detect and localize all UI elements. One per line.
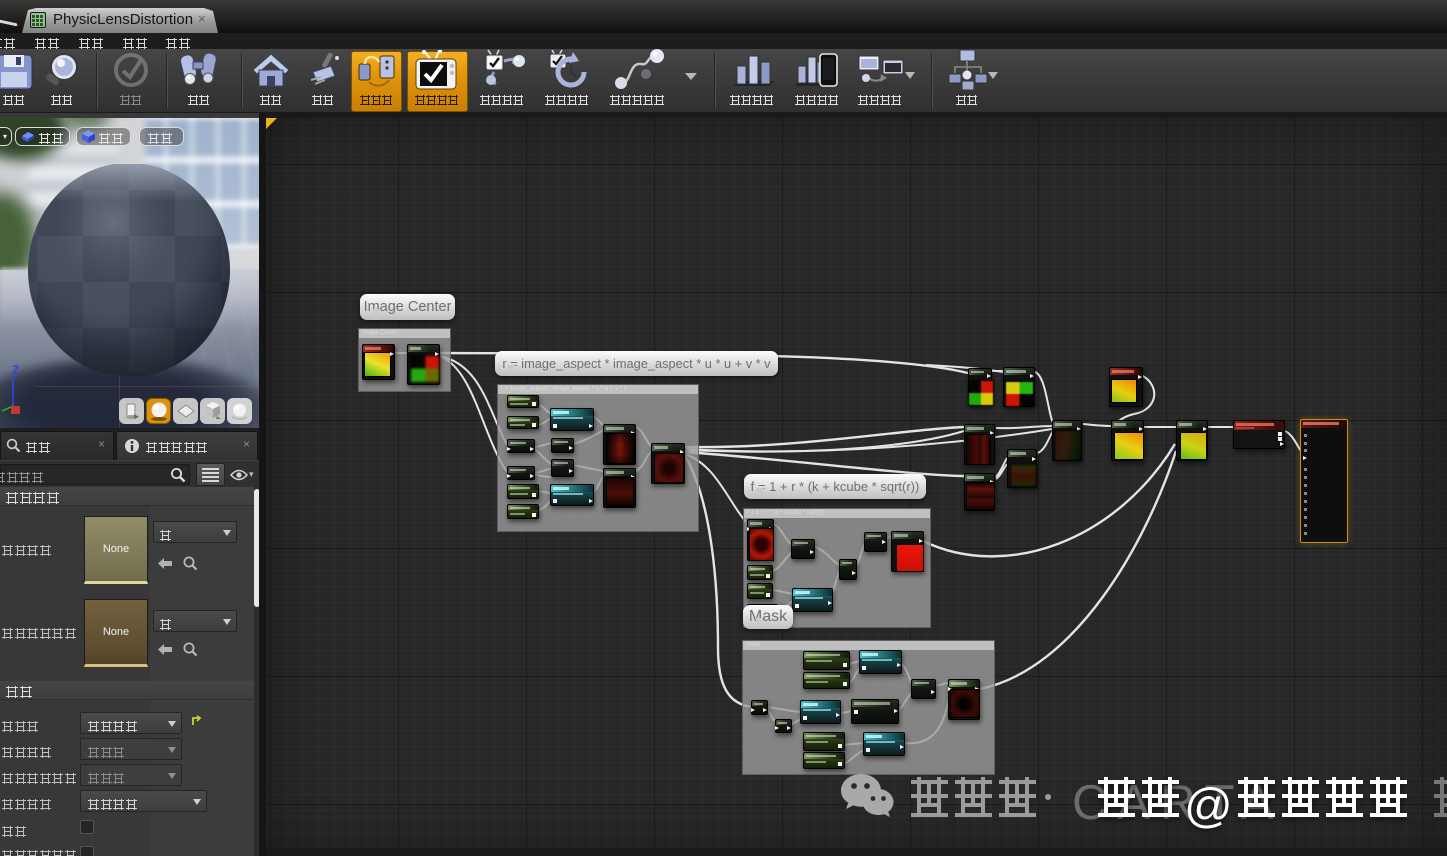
svg-text:Z: Z <box>12 363 19 377</box>
